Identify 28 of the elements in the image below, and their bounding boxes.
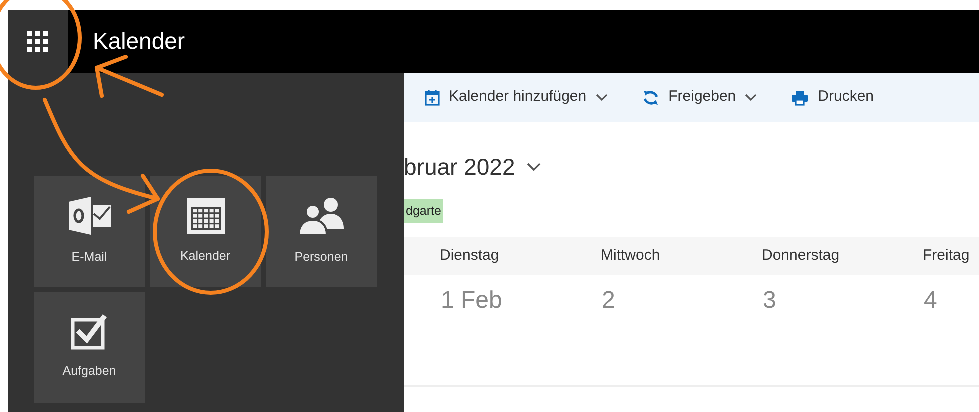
mail-app-icon [66, 196, 112, 236]
toolbar-button[interactable]: Drucken [791, 86, 874, 109]
date-number: 4 [924, 287, 938, 314]
app-tile[interactable]: Kalender [150, 176, 261, 287]
app-tile[interactable]: Personen [266, 176, 377, 287]
weekday-header: Donnerstag [762, 246, 841, 266]
chevron-down-icon[interactable] [527, 162, 542, 172]
app-grid-icon [27, 30, 49, 52]
calendar-add-icon [425, 89, 440, 106]
printer-icon [791, 90, 810, 106]
calendar-tag[interactable]: dgarte [404, 198, 444, 224]
date-number: 2 [602, 287, 616, 314]
date-number: 3 [763, 287, 776, 314]
app-title: Kalender [93, 27, 186, 56]
month-title: bruar 2022 [404, 153, 516, 182]
sync-icon [642, 88, 660, 106]
date-number: 1 Feb [441, 287, 502, 314]
people-app-icon [298, 196, 346, 236]
app-tile[interactable]: E-Mail [34, 176, 145, 287]
calendar-app-icon [186, 197, 226, 236]
weekday-header: Dienstag [440, 246, 500, 266]
toolbar-button[interactable]: Kalender hinzufügen [425, 86, 608, 109]
task-checkbox-icon [70, 314, 108, 350]
weekday-header: Mittwoch [601, 246, 662, 266]
weekday-header: Freitag [923, 246, 971, 266]
app-tile[interactable]: Aufgaben [34, 292, 145, 403]
app-launcher-button[interactable] [8, 10, 68, 73]
toolbar-button[interactable]: Freigeben [642, 86, 758, 109]
